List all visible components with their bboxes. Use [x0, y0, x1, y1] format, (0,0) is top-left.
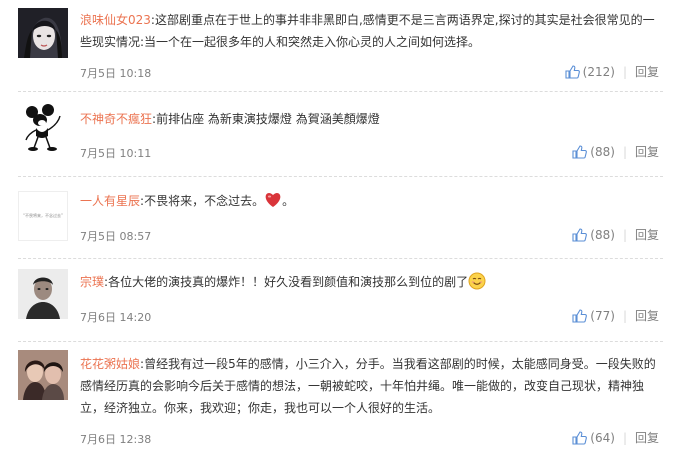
like-button[interactable]: (77) [572, 309, 615, 323]
man-portrait-icon [18, 269, 68, 319]
comment-actions: (64) | 回复 [572, 429, 659, 446]
like-button[interactable]: (64) [572, 431, 615, 445]
reply-button[interactable]: 回复 [635, 143, 659, 160]
comment-username[interactable]: 浪味仙女023 [80, 13, 151, 27]
smiling-face-emoji-icon [468, 272, 486, 290]
avatar[interactable] [18, 8, 68, 58]
comment-item: 不神奇不瘋狂:前排佔座 為新東演技爆燈 為賀涵美顏爆燈 7月5日 10:11 (… [0, 92, 681, 176]
separator: | [622, 308, 627, 323]
comment-time: 7月6日 14:20 [80, 311, 152, 324]
comment-time: 7月5日 08:57 [80, 230, 152, 243]
like-button[interactable]: (88) [572, 145, 615, 159]
reply-button[interactable]: 回复 [635, 226, 659, 243]
comment-actions: (88) | 回复 [572, 143, 659, 160]
comment-username[interactable]: 不神奇不瘋狂 [80, 112, 152, 126]
comment-username[interactable]: 花花粥姑娘 [80, 357, 140, 371]
like-button[interactable]: (212) [565, 65, 615, 79]
like-button[interactable]: (88) [572, 228, 615, 242]
comment-text: 浪味仙女023:这部剧重点在于世上的事并非非黑即白,感情更不是三言两语界定,探讨… [80, 9, 665, 53]
thumbs-up-icon [572, 430, 588, 445]
comment-text: 不神奇不瘋狂:前排佔座 為新東演技爆燈 為賀涵美顏爆燈 [80, 108, 665, 130]
like-count: (212) [582, 64, 615, 79]
like-count: (77) [590, 308, 615, 323]
comment-username[interactable]: 宗璞 [80, 275, 104, 289]
separator: | [622, 227, 627, 242]
comment-body: 曾经我有过一段5年的感情，小三介入，分手。当我看这部剧的时候，太能感同身受。一段… [80, 357, 656, 415]
comment-actions: (212) | 回复 [565, 63, 659, 80]
comment-item: 浪味仙女023:这部剧重点在于世上的事并非非黑即白,感情更不是三言两语界定,探讨… [0, 0, 681, 88]
like-count: (88) [590, 144, 615, 159]
comment-item: “不畏将来，不念过去” 一人有星辰:不畏将来，不念过去。。 7月5日 08:57… [0, 177, 681, 260]
avatar[interactable] [18, 102, 68, 152]
comment-body-end: 。 [282, 194, 295, 208]
avatar[interactable] [18, 350, 68, 400]
heart-emoji-icon [265, 193, 281, 207]
comment-item: 花花粥姑娘:曾经我有过一段5年的感情，小三介入，分手。当我看这部剧的时候，太能感… [0, 342, 681, 462]
comment-actions: (77) | 回复 [572, 307, 659, 324]
dark-anime-portrait-icon [18, 8, 68, 58]
separator: | [622, 144, 627, 159]
comment-body: 不畏将来，不念过去。 [144, 194, 265, 208]
comment-body: 这部剧重点在于世上的事并非非黑即白,感情更不是三言两语界定,探讨的其实是社会很常… [80, 13, 655, 49]
comment-actions: (88) | 回复 [572, 226, 659, 243]
reply-button[interactable]: 回复 [635, 63, 659, 80]
mickey-mouse-sketch-icon [25, 104, 61, 151]
couple-photo-icon [18, 350, 68, 400]
comment-body: 前排佔座 為新東演技爆燈 為賀涵美顏爆燈 [156, 112, 380, 126]
avatar[interactable] [18, 269, 68, 319]
like-count: (88) [590, 227, 615, 242]
thumbs-up-icon [565, 64, 580, 79]
reply-button[interactable]: 回复 [635, 307, 659, 324]
separator: | [622, 64, 627, 79]
reply-button[interactable]: 回复 [635, 429, 659, 446]
comment-username[interactable]: 一人有星辰 [80, 194, 140, 208]
avatar-text: “不畏将来，不念过去” [22, 213, 64, 218]
comment-text: 一人有星辰:不畏将来，不念过去。。 [80, 190, 665, 212]
separator: | [622, 430, 627, 445]
comment-time: 7月6日 12:38 [80, 433, 152, 446]
avatar[interactable]: “不畏将来，不念过去” [18, 191, 68, 241]
comment-time: 7月5日 10:18 [80, 67, 152, 80]
comment-time: 7月5日 10:11 [80, 147, 152, 160]
like-count: (64) [590, 430, 615, 445]
comment-text: 花花粥姑娘:曾经我有过一段5年的感情，小三介入，分手。当我看这部剧的时候，太能感… [80, 353, 665, 419]
comment-text: 宗璞:各位大佬的演技真的爆炸！！好久没看到颜值和演技那么到位的剧了 [80, 271, 665, 293]
comment-item: 宗璞:各位大佬的演技真的爆炸！！好久没看到颜值和演技那么到位的剧了 7月6日 1… [0, 259, 681, 343]
thumbs-up-icon [572, 308, 588, 323]
comment-body: 各位大佬的演技真的爆炸！！好久没看到颜值和演技那么到位的剧了 [108, 275, 469, 289]
thumbs-up-icon [572, 227, 588, 242]
thumbs-up-icon [572, 144, 588, 159]
